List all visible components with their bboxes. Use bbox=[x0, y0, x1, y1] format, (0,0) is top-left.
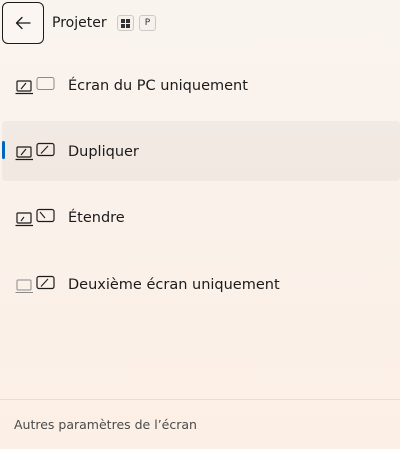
shortcut-key-p: P bbox=[139, 15, 156, 31]
page-title: Projeter bbox=[52, 15, 107, 31]
more-display-settings-link[interactable]: Autres paramètres de l’écran bbox=[14, 416, 197, 434]
extend-icon bbox=[15, 208, 55, 227]
windows-key-icon bbox=[117, 15, 134, 31]
option-extend[interactable]: Étendre bbox=[2, 187, 400, 247]
option-duplicate[interactable]: Dupliquer bbox=[2, 121, 400, 181]
option-pc-screen-only[interactable]: Écran du PC uniquement bbox=[2, 55, 400, 115]
option-label: Dupliquer bbox=[68, 144, 139, 160]
footer-divider bbox=[0, 399, 400, 400]
option-label: Étendre bbox=[68, 210, 125, 226]
option-label: Écran du PC uniquement bbox=[68, 78, 248, 94]
back-arrow-icon bbox=[15, 16, 31, 30]
option-label: Deuxième écran uniquement bbox=[68, 277, 280, 293]
option-second-screen-only[interactable]: Deuxième écran uniquement bbox=[2, 254, 400, 314]
back-button[interactable] bbox=[2, 2, 44, 44]
flyout-header: Projeter P bbox=[0, 0, 400, 48]
selection-indicator bbox=[2, 141, 5, 159]
pc-screen-only-icon bbox=[15, 77, 55, 95]
duplicate-icon bbox=[15, 142, 55, 161]
second-screen-only-icon bbox=[15, 275, 55, 293]
